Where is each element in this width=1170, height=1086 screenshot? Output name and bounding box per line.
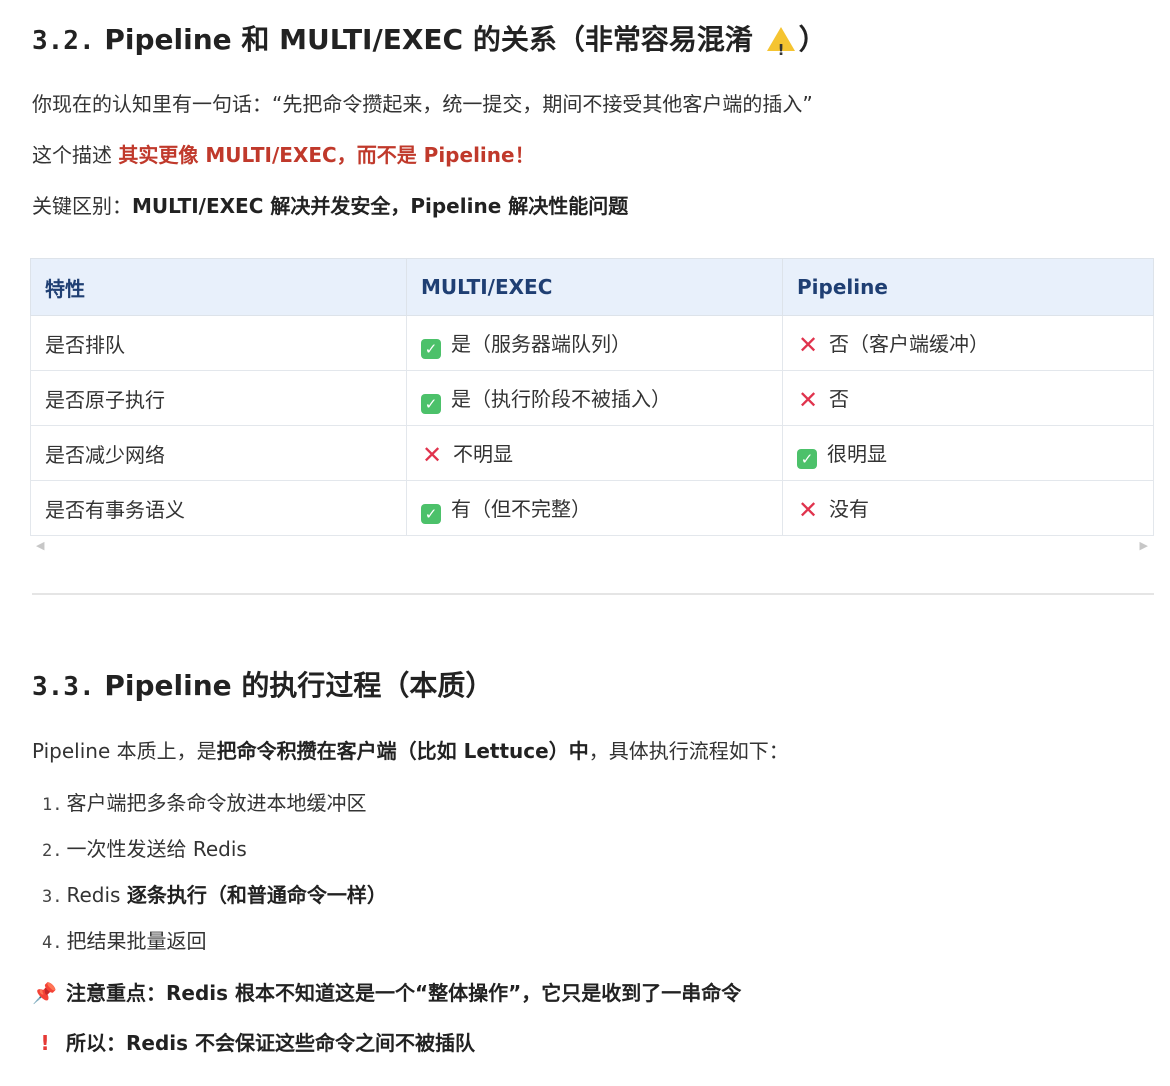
list-item: 4. 把结果批量返回 (42, 929, 207, 953)
execution-steps-list: 1. 客户端把多条命令放进本地缓冲区 2. 一次性发送给 Redis 3. Redis… (42, 789, 387, 973)
section-number: 3.3. (32, 672, 95, 702)
value-cell: ✓ 有（但不完整） (406, 480, 783, 536)
cross-icon: ✕ (797, 330, 819, 359)
table-horizontal-scrollbar[interactable]: ◀ ▶ (30, 533, 1154, 559)
paragraph-intro: Pipeline 本质上，是把命令积攒在客户端（比如 Lettuce）中，具体执… (32, 739, 789, 763)
paragraph-quote: 你现在的认知里有一句话：“先把命令攒起来，统一提交，期间不接受其他客户端的插入” (32, 92, 813, 116)
pushpin-icon: 📌 (32, 981, 57, 1005)
value-cell: ✕ 否 (782, 370, 1154, 426)
divider (32, 593, 1154, 595)
feature-cell: 是否有事务语义 (30, 480, 407, 536)
feature-cell: 是否排队 (30, 315, 407, 371)
highlight-text: 其实更像 MULTI/EXEC，而不是 Pipeline！ (118, 143, 535, 167)
cross-icon: ✕ (797, 495, 819, 524)
check-icon: ✓ (421, 338, 441, 359)
section-heading-3-2: 3.2. Pipeline 和 MULTI/EXEC 的关系（非常容易混淆 !） (32, 23, 827, 59)
table-header-row: 特性 MULTI/EXEC Pipeline (30, 258, 1154, 316)
paragraph-key-difference: 关键区别：MULTI/EXEC 解决并发安全，Pipeline 解决性能问题 (32, 194, 629, 218)
table-row: 是否减少网络 ✕ 不明显 ✓ 很明显 (30, 425, 1154, 481)
column-header: Pipeline (782, 258, 1154, 316)
cross-icon: ✕ (421, 440, 443, 469)
cross-icon: ✕ (797, 385, 819, 414)
table-row: 是否有事务语义 ✓ 有（但不完整） ✕ 没有 (30, 480, 1154, 536)
note-conclusion: ! 所以：Redis 不会保证这些命令之间不被插队 (32, 1029, 475, 1057)
list-item: 3. Redis 逐条执行（和普通命令一样） (42, 883, 387, 907)
table-row: 是否排队 ✓ 是（服务器端队列） ✕ 否（客户端缓冲） (30, 315, 1154, 371)
column-header: MULTI/EXEC (406, 258, 783, 316)
list-item: 1. 客户端把多条命令放进本地缓冲区 (42, 791, 367, 815)
column-header: 特性 (30, 258, 407, 316)
scroll-right-icon[interactable]: ▶ (1140, 539, 1148, 552)
paragraph-description: 这个描述 其实更像 MULTI/EXEC，而不是 Pipeline！ (32, 143, 535, 167)
section-title: Pipeline 和 MULTI/EXEC 的关系（非常容易混淆 (104, 23, 753, 56)
value-cell: ✓ 很明显 (782, 425, 1154, 481)
check-icon: ✓ (421, 393, 441, 414)
list-item: 2. 一次性发送给 Redis (42, 837, 247, 861)
check-icon: ✓ (797, 448, 817, 469)
section-title: Pipeline 的执行过程（本质） (104, 669, 494, 702)
value-cell: ✕ 不明显 (406, 425, 783, 481)
feature-cell: 是否减少网络 (30, 425, 407, 481)
value-cell: ✓ 是（执行阶段不被插入） (406, 370, 783, 426)
feature-cell: 是否原子执行 (30, 370, 407, 426)
table-row: 是否原子执行 ✓ 是（执行阶段不被插入） ✕ 否 (30, 370, 1154, 426)
note-important: 📌 注意重点：Redis 根本不知道这是一个“整体操作”，它只是收到了一串命令 (32, 981, 742, 1005)
section-number: 3.2. (32, 26, 95, 56)
exclamation-icon: ! (40, 1031, 50, 1055)
value-cell: ✕ 没有 (782, 480, 1154, 536)
check-icon: ✓ (421, 503, 441, 524)
comparison-table: 特性 MULTI/EXEC Pipeline 是否排队 ✓ 是（服务器端队列） ✕ 否（… (30, 258, 1154, 536)
value-cell: ✓ 是（服务器端队列） (406, 315, 783, 371)
warning-icon: ! (766, 27, 795, 59)
value-cell: ✕ 否（客户端缓冲） (782, 315, 1154, 371)
scroll-left-icon[interactable]: ◀ (36, 539, 44, 552)
section-heading-3-3: 3.3. Pipeline 的执行过程（本质） (32, 668, 493, 705)
